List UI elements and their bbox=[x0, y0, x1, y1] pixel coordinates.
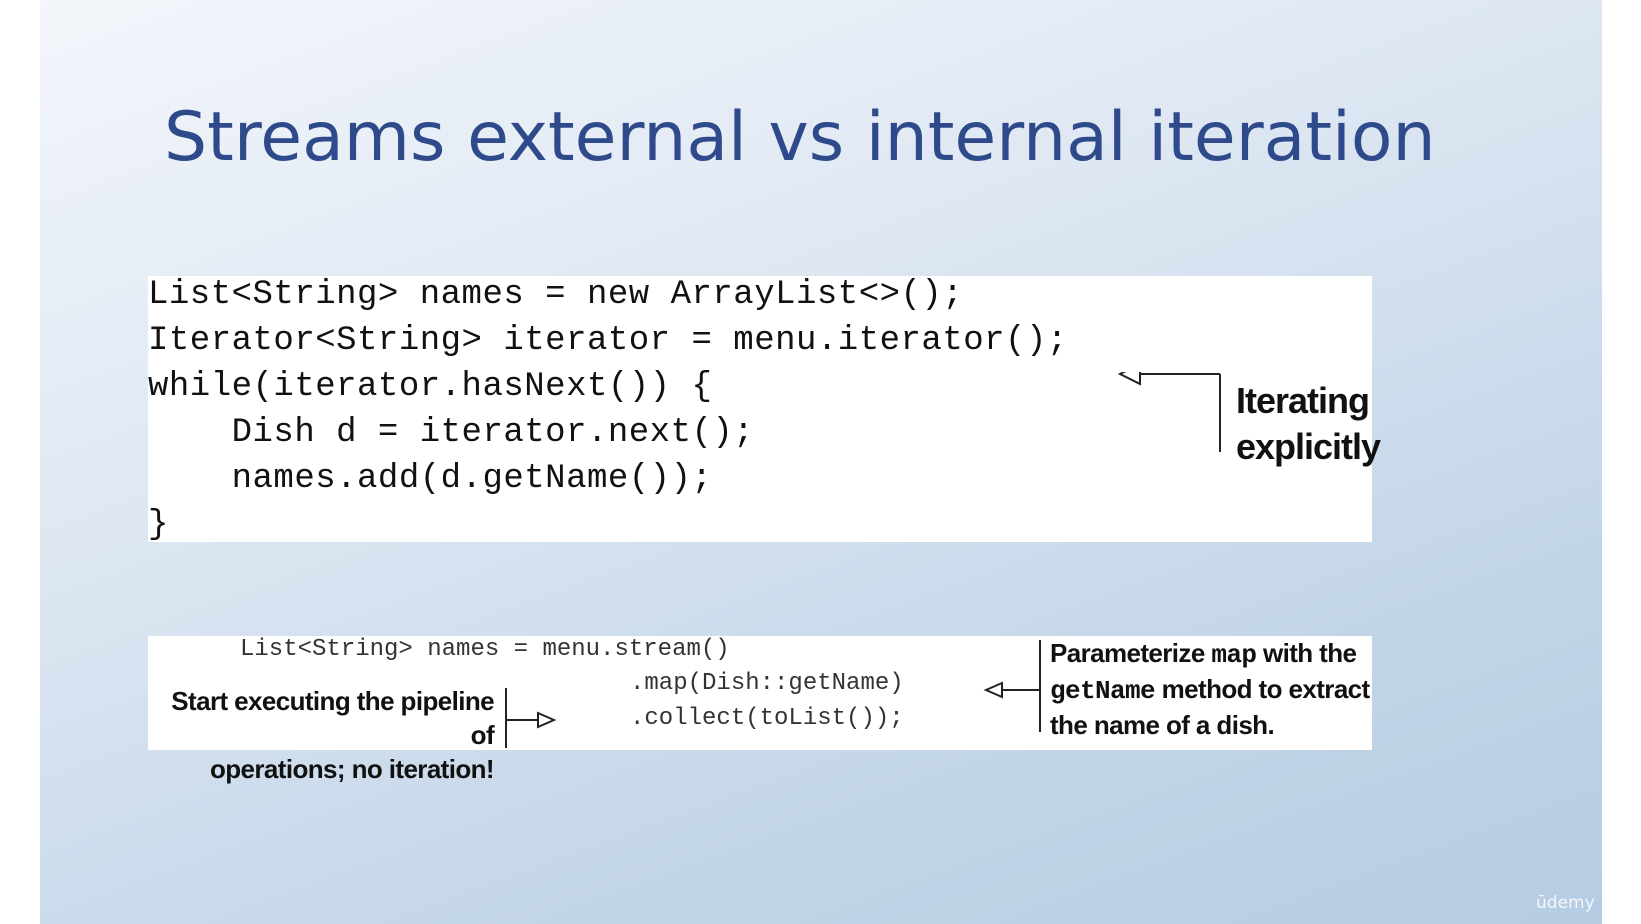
udemy-watermark: ūdemy bbox=[1536, 893, 1595, 913]
pipeline-label: Start executing the pipeline of operatio… bbox=[148, 684, 494, 786]
iterating-explicitly-label: Iterating explicitly bbox=[1236, 378, 1381, 470]
left-border bbox=[0, 0, 40, 924]
stream-code-line: List<String> names = menu.stream() bbox=[240, 636, 730, 663]
code-line: names.add(d.getName()); bbox=[148, 460, 713, 498]
annotation-line: explicitly bbox=[1236, 426, 1381, 467]
map-label-line: getName method to extract bbox=[1050, 672, 1380, 708]
code-line: } bbox=[148, 506, 169, 544]
stream-code-line: .collect(toList()); bbox=[630, 705, 904, 732]
code-line: Dish d = iterator.next(); bbox=[148, 414, 755, 452]
external-iteration-code-block: List<String> names = new ArrayList<>(); … bbox=[148, 276, 1381, 544]
code-line: while(iterator.hasNext()) { bbox=[148, 368, 713, 406]
map-label-line: Parameterize map with the bbox=[1050, 636, 1380, 672]
slide-title: Streams external vs internal iteration bbox=[164, 98, 1436, 177]
map-parameter-label: Parameterize map with the getName method… bbox=[1050, 636, 1380, 742]
map-label-text: method to extract bbox=[1155, 674, 1371, 704]
map-label-code: map bbox=[1211, 640, 1257, 670]
pipeline-label-line: Start executing the pipeline of bbox=[171, 686, 494, 750]
map-label-text: with the bbox=[1256, 638, 1357, 668]
right-border bbox=[1602, 0, 1641, 924]
right-arrow-bracket-icon bbox=[505, 688, 557, 748]
annotation-line: Iterating bbox=[1236, 380, 1370, 421]
presentation-slide: Streams external vs internal iteration L… bbox=[40, 0, 1602, 924]
pipeline-label-line: operations; no iteration! bbox=[209, 754, 495, 784]
left-arrow-bracket-icon bbox=[983, 640, 1041, 732]
left-arrow-bracket-icon bbox=[1117, 372, 1221, 452]
internal-iteration-code-block: List<String> names = menu.stream() .map(… bbox=[148, 636, 1372, 784]
map-label-line: the name of a dish. bbox=[1050, 710, 1275, 740]
code-line: Iterator<String> iterator = menu.iterato… bbox=[148, 322, 1068, 360]
code-line: List<String> names = new ArrayList<>(); bbox=[148, 276, 964, 314]
map-label-code: getName bbox=[1050, 676, 1156, 706]
map-label-text: Parameterize bbox=[1050, 638, 1212, 668]
stream-code-line: .map(Dish::getName) bbox=[630, 670, 904, 697]
